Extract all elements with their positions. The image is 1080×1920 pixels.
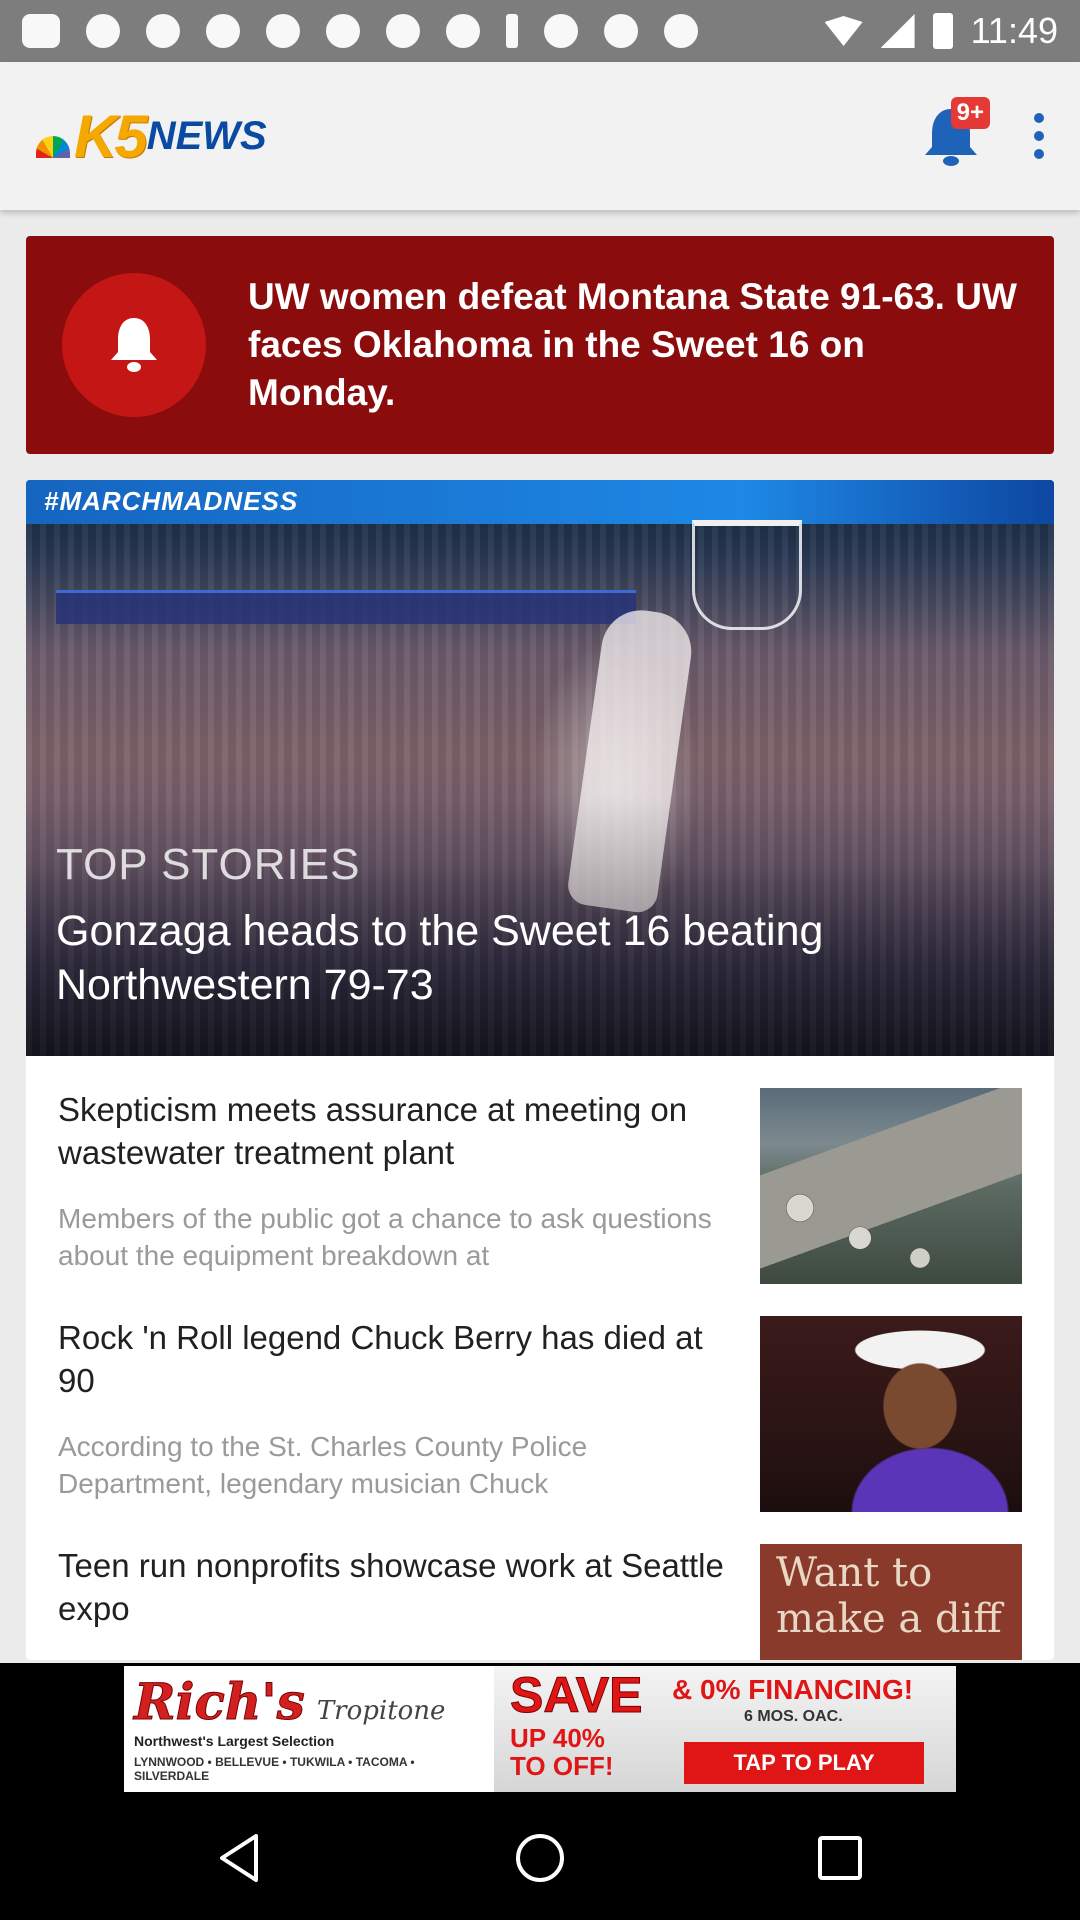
status-time: 11:49 <box>970 10 1058 51</box>
advertisement-banner[interactable]: Rich's Tropitone Northwest's Largest Sel… <box>0 1663 1080 1795</box>
basketball-hoop <box>692 520 802 630</box>
alert-bell-circle <box>62 273 206 417</box>
notification-count-badge: 9+ <box>950 97 990 129</box>
dot <box>1034 113 1044 123</box>
recents-square-icon <box>818 1835 862 1880</box>
app-notification-icon <box>206 14 240 48</box>
ad-financing: & 0% FINANCING! <box>672 1674 914 1705</box>
hero-scoreboard <box>56 590 636 624</box>
battery-icon <box>932 13 953 49</box>
app-bar: K5 NEWS 9+ <box>0 62 1080 210</box>
notification-icons <box>22 14 698 48</box>
app-actions: 9+ <box>916 97 1044 171</box>
breaking-alert-banner[interactable]: UW women defeat Montana State 91-63. UW … <box>26 236 1054 454</box>
story-thumbnail[interactable] <box>760 1316 1022 1512</box>
story-summary: According to the St. Charles County Poli… <box>58 1431 588 1499</box>
app-notification-icon <box>386 14 420 48</box>
app-notification-icon <box>266 14 300 48</box>
story-title[interactable]: Skepticism meets assurance at meeting on… <box>58 1088 738 1174</box>
news-feed-card: #MARCHMADNESS TOP STORIES Gonzaga heads … <box>26 480 1054 1660</box>
story-item[interactable]: Rock 'n Roll legend Chuck Berry has died… <box>26 1316 1054 1544</box>
app-notification-icon <box>326 14 360 48</box>
recents-button[interactable] <box>780 1798 900 1918</box>
ad-brand-row: Rich's Tropitone <box>134 1672 484 1732</box>
home-circle-icon <box>516 1833 564 1882</box>
message-icon <box>22 14 60 48</box>
exclamation-icon <box>506 14 518 48</box>
bell-icon <box>111 318 157 372</box>
k5-news-logo[interactable]: K5 NEWS <box>36 102 267 171</box>
ad-discount: UP 40% TO OFF! <box>510 1723 614 1781</box>
back-button[interactable] <box>180 1798 300 1918</box>
back-triangle-icon <box>220 1833 258 1882</box>
sync-icon <box>664 14 698 48</box>
story-thumbnail[interactable] <box>760 1088 1022 1284</box>
story-summary: Members of the public got a chance to as… <box>58 1203 712 1271</box>
story-thumbnail[interactable]: Want to make a diff <box>760 1544 1022 1660</box>
system-nav-bar <box>0 1795 1080 1920</box>
ad-brand-panel: Rich's Tropitone Northwest's Largest Sel… <box>124 1666 494 1792</box>
app-notification-icon <box>544 14 578 48</box>
app-notification-icon <box>446 14 480 48</box>
ad-months: 6 MOS. OAC. <box>744 1708 843 1725</box>
logo-news-text: NEWS <box>146 113 267 158</box>
status-right: 11:49 <box>824 10 1058 52</box>
ad-tap-to-play-button[interactable]: TAP TO PLAY <box>684 1742 924 1784</box>
story-item[interactable]: Skepticism meets assurance at meeting on… <box>26 1088 1054 1316</box>
ad-save: SAVE <box>509 1667 643 1724</box>
logo-k5-text: K5 <box>74 102 148 170</box>
ad-offer-panel: SAVE & 0% FINANCING! 6 MOS. OAC. UP 40% … <box>494 1666 956 1792</box>
story-title[interactable]: Rock 'n Roll legend Chuck Berry has died… <box>58 1316 738 1402</box>
story-title[interactable]: Teen run nonprofits showcase work at Sea… <box>58 1544 738 1630</box>
signal-icon <box>880 14 915 48</box>
top-stories-label: TOP STORIES <box>56 840 361 889</box>
ad-creative[interactable]: Rich's Tropitone Northwest's Largest Sel… <box>124 1666 956 1792</box>
story-item[interactable]: Teen run nonprofits showcase work at Sea… <box>26 1544 1054 1660</box>
wifi-icon <box>824 16 863 46</box>
more-options-button[interactable] <box>1034 113 1044 159</box>
app-notification-icon <box>146 14 180 48</box>
app-notification-icon <box>86 14 120 48</box>
ad-brand: Rich's <box>134 1672 306 1732</box>
app-notification-icon <box>604 14 638 48</box>
dot <box>1034 131 1044 141</box>
ad-cities: LYNNWOOD • BELLEVUE • TUKWILA • TACOMA •… <box>134 1755 415 1783</box>
ad-partner: Tropitone <box>316 1696 446 1726</box>
top-story-hero[interactable]: #MARCHMADNESS TOP STORIES Gonzaga heads … <box>26 480 1054 1056</box>
dot <box>1034 149 1044 159</box>
status-bar: 11:49 <box>0 0 1080 62</box>
screen: 11:49 K5 NEWS 9+ UW women defeat Montana… <box>0 0 1080 1920</box>
alert-text: UW women defeat Montana State 91-63. UW … <box>248 276 1017 413</box>
hero-banner-text: #MARCHMADNESS <box>26 480 1054 524</box>
hero-headline[interactable]: Gonzaga heads to the Sweet 16 beating No… <box>56 904 996 1012</box>
nbc-peacock-icon <box>36 136 70 158</box>
notifications-button[interactable]: 9+ <box>916 97 990 171</box>
ad-tagline: Northwest's Largest Selection <box>134 1733 335 1749</box>
home-button[interactable] <box>480 1798 600 1918</box>
